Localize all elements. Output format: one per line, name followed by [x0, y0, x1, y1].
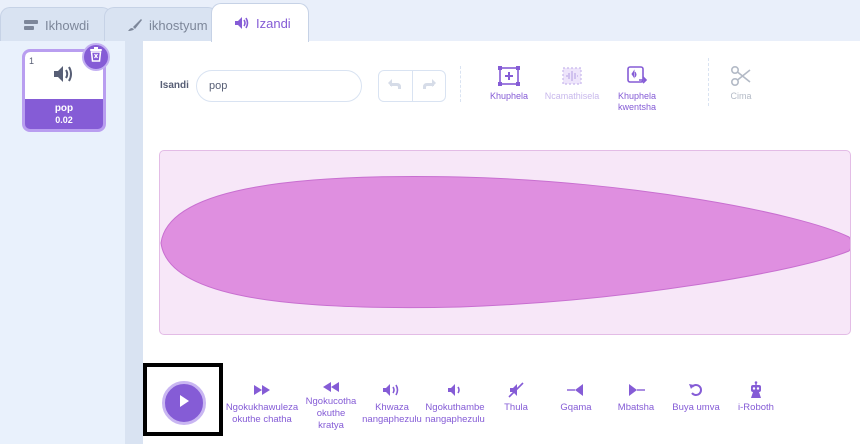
play-button[interactable]: [162, 381, 206, 425]
effect-fade-in-button[interactable]: Gqama: [552, 380, 600, 414]
tab-code[interactable]: Ikhowdi: [0, 7, 112, 42]
fast-forward-icon: [222, 380, 302, 400]
sidebar-scrollbar[interactable]: [126, 41, 143, 444]
trim-icon: [474, 64, 544, 88]
effect-fade-out-button[interactable]: Mbatsha: [612, 380, 660, 414]
tab-code-label: Ikhowdi: [45, 17, 90, 33]
effect-robot-button[interactable]: i-Roboth: [732, 380, 780, 414]
effect-faster-button[interactable]: Ngokukhawuleza okuthe chatha: [222, 380, 302, 426]
undo-redo-group: [378, 70, 446, 102]
copy-to-new-button[interactable]: Khuphela: [474, 64, 544, 102]
effect-mute-button[interactable]: Thula: [494, 380, 538, 414]
mute-icon: [494, 380, 538, 400]
undo-icon: [387, 77, 403, 95]
toolbar-divider: [460, 66, 461, 102]
effect-softer-button[interactable]: Ngokuthambe nangaphezulu: [422, 380, 488, 426]
copy-to-new-label: Khuphela: [489, 91, 529, 101]
waveform-shape: [160, 175, 850, 309]
sound-number: 1: [29, 56, 35, 66]
fade-out-icon: [612, 380, 660, 400]
brush-icon: [127, 18, 143, 32]
sound-duration: 0.02: [55, 115, 73, 125]
cut-label: Cima: [730, 91, 752, 101]
effect-fade-in-label: Gqama: [560, 402, 592, 413]
effect-reverse-label: Buya umva: [672, 402, 720, 413]
effect-louder-label: Khwaza nangaphezulu: [362, 402, 422, 425]
effect-slower-button[interactable]: Ngokucotha okuthe kratya: [304, 380, 358, 432]
softer-icon: [422, 380, 488, 400]
redo-button[interactable]: [411, 71, 446, 101]
trash-icon: [89, 47, 103, 67]
tab-sounds-label: Izandi: [256, 15, 291, 31]
tab-bar: Ikhowdi ikhostyum Izandi: [0, 0, 860, 42]
fade-in-icon: [552, 380, 600, 400]
waveform-area[interactable]: [159, 150, 851, 335]
play-button-highlight: [143, 363, 223, 436]
sound-name-label: Isandi: [160, 80, 189, 91]
paste-button[interactable]: Ncamathisela: [537, 64, 607, 102]
robot-icon: [732, 380, 780, 400]
effect-faster-label: Ngokukhawuleza okuthe chatha: [225, 402, 299, 425]
copy-new-button[interactable]: Khuphela kwentsha: [602, 64, 672, 113]
effect-fade-out-label: Mbatsha: [617, 402, 655, 413]
scissors-icon: [706, 64, 776, 88]
tab-costumes-label: ikhostyum: [149, 17, 208, 33]
undo-button[interactable]: [379, 71, 412, 101]
effect-louder-button[interactable]: Khwaza nangaphezulu: [360, 380, 424, 426]
copy-new-label: Khuphela kwentsha: [617, 91, 657, 112]
sound-name: pop: [54, 103, 74, 114]
effect-mute-label: Thula: [504, 402, 528, 413]
tab-costumes[interactable]: ikhostyum: [104, 7, 218, 42]
speaker-icon: [234, 16, 250, 30]
speaker-icon: [52, 64, 76, 89]
effect-reverse-button[interactable]: Buya umva: [668, 380, 724, 414]
cut-button[interactable]: Cima: [706, 64, 776, 102]
delete-sound-button[interactable]: [82, 43, 110, 71]
effect-softer-label: Ngokuthambe nangaphezulu: [425, 402, 485, 425]
effect-robot-label: i-Roboth: [738, 402, 774, 413]
louder-icon: [360, 380, 424, 400]
paste-label: Ncamathisela: [544, 91, 600, 101]
play-icon: [177, 394, 191, 413]
rewind-icon: [304, 380, 358, 394]
sound-name-input[interactable]: [196, 70, 362, 102]
copy-new-icon: [602, 64, 672, 88]
reverse-icon: [668, 380, 724, 400]
code-icon: [23, 18, 39, 32]
redo-icon: [421, 77, 437, 95]
paste-icon: [537, 64, 607, 88]
effect-slower-label: Ngokucotha okuthe kratya: [305, 396, 357, 431]
tab-sounds[interactable]: Izandi: [211, 3, 309, 42]
